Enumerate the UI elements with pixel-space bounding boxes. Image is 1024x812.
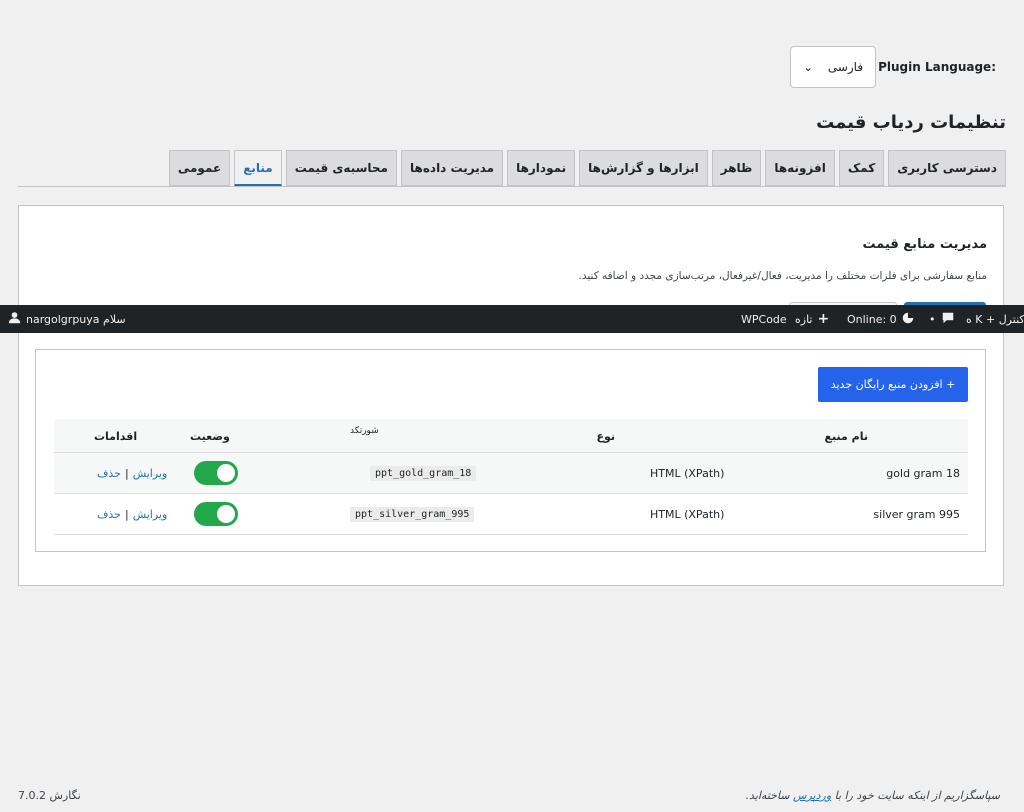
tab-data-management[interactable]: مدیریت داده‌ها bbox=[401, 150, 504, 186]
delete-link[interactable]: حذف bbox=[97, 508, 121, 521]
row-actions: ویرایش | حذف bbox=[97, 453, 167, 493]
row-actions: ویرایش | حذف bbox=[97, 494, 167, 534]
section-description: منابع سفارشی برای فلزات مختلف را مدیریت،… bbox=[578, 270, 987, 282]
tab-addons[interactable]: افزونه‌ها bbox=[765, 150, 835, 186]
comment-icon bbox=[942, 312, 954, 327]
online-count: Online: 0 bbox=[847, 312, 897, 326]
wpcode-label: WPCode bbox=[741, 312, 787, 326]
tab-help[interactable]: کمک bbox=[838, 150, 885, 186]
comments-item[interactable] bbox=[942, 305, 954, 333]
add-free-source-button[interactable]: + افزودن منبع رایگان جدید bbox=[818, 367, 968, 402]
tab-appearance[interactable]: ظاهر bbox=[711, 150, 762, 186]
header-actions: اقدامات bbox=[94, 429, 138, 443]
status-toggle[interactable] bbox=[194, 461, 238, 485]
dashboard-shortcut-label: کنترل + K ه bbox=[966, 312, 1024, 326]
delete-link[interactable]: حذف bbox=[97, 467, 121, 480]
header-status: وضعیت bbox=[190, 429, 230, 443]
header-name: نام منبع bbox=[824, 429, 868, 443]
source-type: HTML (XPath) bbox=[650, 507, 725, 521]
source-name: silver gram 995 bbox=[873, 507, 960, 521]
footer-version: نگارش 7.0.2 bbox=[18, 789, 81, 802]
chevron-down-icon: ⌄ bbox=[803, 60, 814, 74]
new-content-menu[interactable]: تازه + bbox=[795, 305, 829, 333]
source-shortcode: ppt_gold_gram_18 bbox=[370, 453, 477, 493]
edit-link[interactable]: ویرایش bbox=[133, 467, 168, 480]
plugin-language-row: ⌄ فارسی Plugin Language: bbox=[790, 46, 996, 88]
section-title: مدیریت منابع قیمت bbox=[862, 237, 987, 252]
edit-link[interactable]: ویرایش bbox=[133, 508, 168, 521]
table-row: silver gram 995 HTML (XPath) ppt_silver_… bbox=[54, 494, 968, 535]
tab-sources[interactable]: منابع bbox=[234, 150, 282, 186]
language-select[interactable]: ⌄ فارسی bbox=[790, 46, 877, 88]
new-label: تازه bbox=[795, 312, 813, 326]
tabs-divider bbox=[18, 186, 1006, 187]
source-shortcode: ppt_silver_gram_995 bbox=[350, 494, 475, 534]
page-title: تنظیمات ردیاب قیمت bbox=[816, 112, 1006, 133]
status-toggle[interactable] bbox=[194, 502, 238, 526]
dashboard-shortcut[interactable]: کنترل + K ه bbox=[966, 305, 1024, 333]
plus-icon: + bbox=[817, 311, 830, 327]
plugin-language-label: Plugin Language: bbox=[878, 60, 996, 74]
table-header: نام منبع نوع شورتکد وضعیت اقدامات bbox=[54, 419, 968, 453]
table-row: gold gram 18 HTML (XPath) ppt_gold_gram_… bbox=[54, 453, 968, 494]
tab-user-access[interactable]: دسترسی کاربری bbox=[888, 150, 1006, 186]
greeting-text: سلام nargolgrpuya bbox=[26, 312, 126, 326]
tab-price-calculation[interactable]: محاسبه‌ی قیمت bbox=[285, 150, 397, 186]
source-type: HTML (XPath) bbox=[650, 466, 725, 480]
tab-tools-reports[interactable]: ابزارها و گزارش‌ها bbox=[579, 150, 708, 186]
tab-general[interactable]: عمومی bbox=[168, 150, 231, 186]
dot-separator: • bbox=[929, 312, 936, 326]
source-name: gold gram 18 bbox=[886, 466, 960, 480]
toggle-knob bbox=[217, 505, 235, 523]
language-select-value: فارسی bbox=[827, 60, 864, 74]
toggle-knob bbox=[217, 464, 235, 482]
pie-chart-icon bbox=[902, 312, 914, 327]
footer-thanks: سپاسگزاریم از اینکه سایت خود را با وردپر… bbox=[745, 789, 1000, 802]
settings-tabs: عمومی منابع محاسبه‌ی قیمت مدیریت داده‌ها… bbox=[168, 150, 1006, 186]
my-account-menu[interactable]: سلام nargolgrpuya bbox=[8, 305, 126, 333]
admin-bar: سلام nargolgrpuya WPCode تازه + Online: … bbox=[0, 305, 1024, 333]
header-type: نوع bbox=[596, 429, 615, 443]
online-users-item[interactable]: Online: 0 bbox=[847, 305, 914, 333]
header-shortcode: شورتکد bbox=[350, 426, 379, 436]
wpcode-menu[interactable]: WPCode bbox=[741, 305, 787, 333]
action-separator: | bbox=[124, 507, 129, 521]
tab-charts[interactable]: نمودارها bbox=[507, 150, 576, 186]
user-icon bbox=[8, 311, 21, 327]
action-separator: | bbox=[124, 466, 129, 480]
wordpress-link[interactable]: وردپرس bbox=[793, 789, 831, 802]
